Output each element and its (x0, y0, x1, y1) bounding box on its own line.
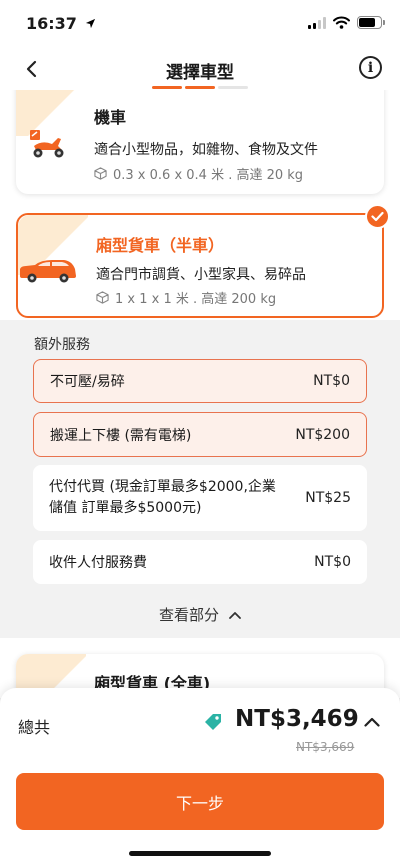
service-label: 收件人付服務費 (49, 555, 147, 571)
original-price: NT$3,669 (296, 740, 355, 754)
location-arrow-icon (85, 18, 95, 29)
vehicle-dimensions: 1 x 1 x 1 米 . 高達 200 kg (96, 288, 276, 307)
nav-bar: 選擇車型 i (0, 48, 400, 90)
service-row[interactable]: 不可壓/易碎 NT$0 (33, 359, 367, 403)
wifi-icon (333, 16, 350, 29)
box-icon (94, 167, 107, 180)
info-icon: i (367, 59, 374, 76)
service-price: NT$200 (295, 426, 350, 443)
total-label: 總共 (18, 718, 51, 737)
vehicle-name: 廂型貨車（半車） (96, 236, 225, 255)
step-indicator (185, 86, 215, 89)
battery-icon (357, 16, 385, 29)
status-icons (308, 16, 385, 29)
vehicle-dimensions: 0.3 x 0.6 x 0.4 米 . 高達 20 kg (94, 164, 303, 183)
extra-services-title: 額外服務 (34, 337, 90, 353)
van-icon (20, 260, 76, 283)
status-time: 16:37 (26, 14, 96, 33)
service-label: 不可壓/易碎 (50, 374, 125, 390)
info-button[interactable]: i (359, 56, 382, 79)
status-time-text: 16:37 (26, 14, 77, 33)
vehicle-list: 機車 適合小型物品，如雜物、食物及文件 0.3 x 0.6 x 0.4 米 . … (0, 90, 400, 320)
next-step-button[interactable]: 下一步 (16, 773, 384, 830)
service-row[interactable]: 搬運上下樓 (需有電梯) NT$200 (33, 412, 367, 457)
vehicle-description: 適合小型物品，如雜物、食物及文件 (94, 142, 318, 158)
service-price: NT$0 (313, 373, 350, 389)
price-breakdown-toggle[interactable] (364, 712, 380, 731)
status-bar: 16:37 (0, 0, 400, 48)
vehicle-dimensions-text: 1 x 1 x 1 米 . 高達 200 kg (115, 292, 277, 307)
chevron-up-icon (364, 717, 380, 727)
home-indicator (129, 851, 271, 856)
box-icon (96, 291, 109, 304)
page-title: 選擇車型 (166, 63, 234, 83)
step-indicator (152, 86, 182, 89)
order-summary-panel: 總共 NT$3,469 NT$3,669 下一步 (0, 688, 400, 865)
extra-services-section: 額外服務 不可壓/易碎 NT$0 搬運上下樓 (需有電梯) NT$200 代付代… (0, 320, 400, 638)
see-more-label: 查看部分 (158, 606, 219, 624)
service-label: 搬運上下樓 (需有電梯) (50, 427, 192, 444)
vehicle-dimensions-text: 0.3 x 0.6 x 0.4 米 . 高達 20 kg (113, 168, 304, 183)
service-row[interactable]: 代付代買 (現金訂單最多$2000,企業儲值 訂單最多$5000元) NT$25 (33, 465, 367, 531)
cellular-signal-icon (308, 16, 326, 29)
vehicle-name: 機車 (94, 108, 127, 127)
vehicle-card-motorcycle[interactable]: 機車 適合小型物品，如雜物、食物及文件 0.3 x 0.6 x 0.4 米 . … (16, 90, 384, 194)
service-row[interactable]: 收件人付服務費 NT$0 (33, 540, 367, 584)
chevron-up-icon (229, 611, 241, 619)
step-indicator (218, 86, 248, 89)
vehicle-description: 適合門市調貨、小型家具、易碎品 (96, 267, 306, 283)
service-price: NT$25 (305, 490, 351, 506)
service-price: NT$0 (314, 554, 351, 570)
vehicle-card-half-van[interactable]: 廂型貨車（半車） 適合門市調貨、小型家具、易碎品 1 x 1 x 1 米 . 高… (16, 204, 390, 318)
service-label: 代付代買 (現金訂單最多$2000,企業儲值 訂單最多$5000元) (49, 479, 276, 516)
selected-check-icon (365, 204, 390, 229)
total-price: NT$3,469 (235, 706, 359, 732)
step-progress (152, 86, 248, 89)
motorcycle-icon (30, 130, 64, 158)
see-more-toggle[interactable]: 查看部分 (0, 604, 400, 625)
discount-tag-icon (205, 714, 221, 730)
